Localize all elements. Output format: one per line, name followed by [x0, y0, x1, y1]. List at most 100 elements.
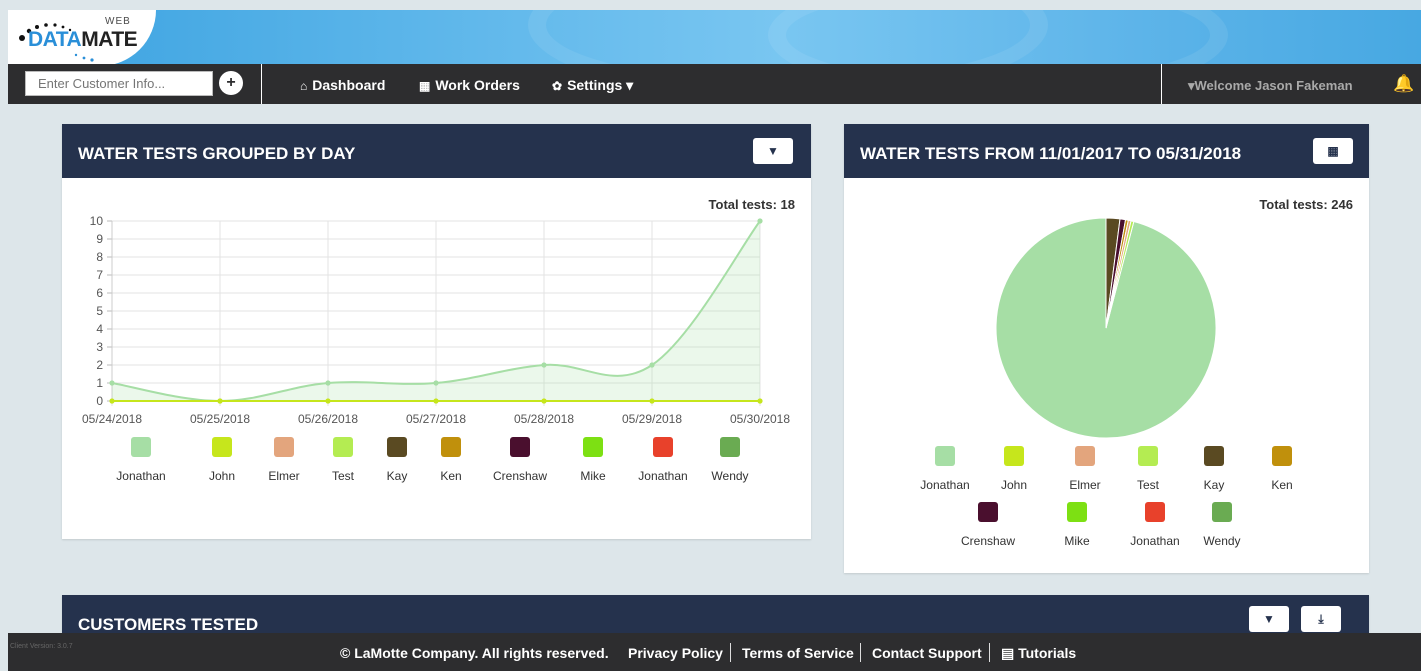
x-tick-label: 05/28/2018 — [514, 412, 574, 426]
bell-icon[interactable]: 🔔 — [1393, 74, 1414, 94]
legend-label[interactable]: Mike — [1064, 534, 1089, 548]
customer-search-input[interactable] — [25, 71, 213, 96]
y-tick-label: 7 — [96, 268, 103, 282]
export-button[interactable]: ⤓ — [1301, 606, 1341, 632]
legend-label[interactable]: Test — [1137, 478, 1159, 492]
legend-label[interactable]: Wendy — [711, 469, 748, 483]
y-tick-label: 8 — [96, 250, 103, 264]
legend-swatch[interactable] — [1075, 446, 1095, 466]
client-version: Client Version: 3.0.7 — [10, 643, 73, 650]
nav-work-orders[interactable]: ▦ Work Orders — [419, 77, 520, 93]
y-tick-label: 3 — [96, 340, 103, 354]
water-tests-by-day-panel: WATER TESTS GROUPED BY DAY ▼ Total tests… — [62, 124, 811, 539]
data-point — [541, 362, 547, 368]
header-banner: WEB DATAMATE — [8, 10, 1421, 64]
legend-swatch[interactable] — [1067, 502, 1087, 522]
legend-swatch[interactable] — [720, 437, 740, 457]
legend-swatch[interactable] — [1272, 446, 1292, 466]
export-icon: ⤓ — [1318, 612, 1324, 626]
legend-label[interactable]: John — [209, 469, 235, 483]
legend-swatch[interactable] — [1212, 502, 1232, 522]
gear-icon: ✿ — [552, 79, 563, 93]
data-point — [109, 398, 115, 404]
footer-separator — [989, 643, 990, 662]
data-point — [325, 398, 331, 404]
banner-wave — [768, 10, 1228, 64]
legend-swatch[interactable] — [1204, 446, 1224, 466]
legend-swatch[interactable] — [1004, 446, 1024, 466]
pie-chart — [995, 217, 1217, 439]
legend-swatch[interactable] — [387, 437, 407, 457]
legend-label[interactable]: Ken — [440, 469, 461, 483]
legend-label[interactable]: Elmer — [268, 469, 299, 483]
nav-settings[interactable]: ✿ Settings ▾ — [552, 77, 633, 94]
panel-header: WATER TESTS FROM 11/01/2017 TO 05/31/201… — [844, 124, 1369, 178]
legend-label[interactable]: John — [1001, 478, 1027, 492]
legend-swatch[interactable] — [274, 437, 294, 457]
top-navbar: + ⌂ Dashboard ▦ Work Orders ✿ Settings ▾ ▾W… — [8, 64, 1421, 104]
x-tick-label: 05/30/2018 — [730, 412, 790, 426]
legend-swatch[interactable] — [212, 437, 232, 457]
legend-swatch[interactable] — [441, 437, 461, 457]
legend-label[interactable]: Elmer — [1069, 478, 1100, 492]
legend-swatch[interactable] — [1138, 446, 1158, 466]
legend-label[interactable]: Jonathan — [920, 478, 969, 492]
data-point — [433, 380, 439, 386]
data-point — [649, 362, 655, 368]
footer: Client Version: 3.0.7 © LaMotte Company.… — [8, 633, 1421, 671]
x-tick-label: 05/26/2018 — [298, 412, 358, 426]
contact-support-link[interactable]: Contact Support — [872, 645, 982, 661]
y-tick-label: 4 — [96, 322, 103, 336]
legend-label[interactable]: Test — [332, 469, 354, 483]
legend-label[interactable]: Wendy — [1203, 534, 1240, 548]
legend-label[interactable]: Mike — [580, 469, 605, 483]
filter-button[interactable]: ▼ — [1249, 606, 1289, 632]
legend-label[interactable]: Crenshaw — [493, 469, 547, 483]
legend-swatch[interactable] — [131, 437, 151, 457]
data-point — [217, 398, 223, 404]
calendar-icon: ▦ — [419, 79, 431, 93]
y-tick-label: 6 — [96, 286, 103, 300]
calendar-icon: ▦ — [1327, 144, 1339, 158]
legend-swatch[interactable] — [583, 437, 603, 457]
data-point — [757, 218, 763, 224]
panel-title: CUSTOMERS TESTED — [78, 615, 259, 634]
legend-label[interactable]: Jonathan — [116, 469, 165, 483]
date-range-button[interactable]: ▦ — [1313, 138, 1353, 164]
legend-swatch[interactable] — [1145, 502, 1165, 522]
add-customer-icon[interactable]: + — [219, 71, 243, 95]
panel-header: WATER TESTS GROUPED BY DAY ▼ — [62, 124, 811, 178]
y-tick-label: 10 — [90, 214, 104, 228]
y-tick-label: 0 — [96, 394, 103, 408]
data-point — [757, 398, 763, 404]
tutorials-link[interactable]: ▤ Tutorials — [1001, 645, 1076, 662]
legend-label[interactable]: Jonathan — [1130, 534, 1179, 548]
nav-dashboard[interactable]: ⌂ Dashboard — [300, 77, 385, 93]
home-icon: ⌂ — [300, 79, 308, 93]
legend-label[interactable]: Kay — [1204, 478, 1225, 492]
logo[interactable]: WEB DATAMATE — [8, 10, 156, 64]
legend-label[interactable]: Ken — [1271, 478, 1292, 492]
legend-label[interactable]: Jonathan — [638, 469, 687, 483]
data-point — [541, 398, 547, 404]
filter-button[interactable]: ▼ — [753, 138, 793, 164]
filter-icon: ▼ — [1263, 612, 1275, 626]
footer-separator — [860, 643, 861, 662]
legend-label[interactable]: Crenshaw — [961, 534, 1015, 548]
y-tick-label: 1 — [96, 376, 103, 390]
privacy-policy-link[interactable]: Privacy Policy — [628, 645, 723, 661]
terms-of-service-link[interactable]: Terms of Service — [742, 645, 854, 661]
copyright: © LaMotte Company. All rights reserved. — [340, 645, 609, 661]
water-tests-range-panel: WATER TESTS FROM 11/01/2017 TO 05/31/201… — [844, 124, 1369, 573]
legend-swatch[interactable] — [333, 437, 353, 457]
data-point — [433, 398, 439, 404]
legend-swatch[interactable] — [978, 502, 998, 522]
panel-title: WATER TESTS FROM 11/01/2017 TO 05/31/201… — [860, 144, 1242, 163]
legend-swatch[interactable] — [653, 437, 673, 457]
filter-icon: ▼ — [767, 144, 779, 158]
legend-label[interactable]: Kay — [387, 469, 408, 483]
user-menu[interactable]: ▾Welcome Jason Fakeman — [1188, 78, 1353, 94]
legend-swatch[interactable] — [935, 446, 955, 466]
x-tick-label: 05/27/2018 — [406, 412, 466, 426]
legend-swatch[interactable] — [510, 437, 530, 457]
